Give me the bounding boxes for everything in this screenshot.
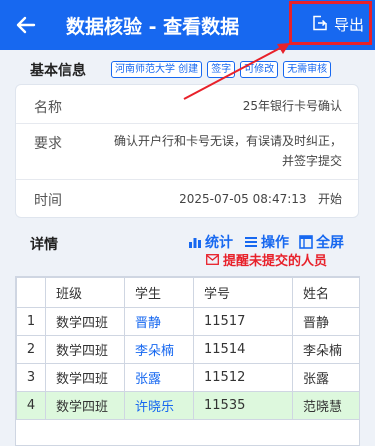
- row-index: 1: [16, 307, 46, 336]
- student-id-cell: 11517: [193, 307, 293, 336]
- stats-label: 统计: [205, 235, 233, 251]
- tag-list: 河南师范大学 创建 签字 可修改 无需审核: [111, 61, 332, 78]
- table-row-highlighted[interactable]: 4 数学四班 许晓乐 11535 范晓慧: [16, 391, 359, 420]
- name-cell: 晋静: [292, 307, 359, 336]
- back-arrow-icon[interactable]: [12, 11, 40, 39]
- column-header-class: 班级: [45, 277, 125, 308]
- requirement-label: 要求: [34, 136, 62, 152]
- time-status: 开始: [317, 192, 342, 206]
- student-id-cell: 11512: [193, 363, 293, 392]
- page-title: 数据核验 - 查看数据: [66, 16, 240, 38]
- stats-button[interactable]: 统计: [188, 232, 233, 252]
- mail-icon: [206, 254, 219, 265]
- class-cell: 数学四班: [45, 391, 125, 420]
- export-label: 导出: [334, 16, 365, 34]
- student-link[interactable]: 晋静: [124, 307, 194, 336]
- student-id-cell: 11535: [193, 391, 293, 420]
- requirement-line-1: 确认开户行和卡号无误，有误请及时纠正，: [113, 134, 342, 148]
- creator-tag: 河南师范大学 创建: [111, 61, 203, 78]
- list-icon: [245, 237, 257, 247]
- details-heading: 详情: [30, 237, 58, 253]
- divider: [16, 123, 358, 124]
- row-index: 3: [16, 363, 46, 392]
- bar-chart-icon: [189, 238, 201, 248]
- export-button[interactable]: 导出: [289, 1, 372, 45]
- export-icon: [313, 15, 327, 31]
- class-cell: 数学四班: [45, 335, 125, 364]
- time-label: 时间: [34, 193, 62, 209]
- name-label: 名称: [34, 100, 62, 116]
- name-value: 25年银行卡号确认: [242, 99, 342, 113]
- student-link[interactable]: 张露: [124, 363, 194, 392]
- row-index: 2: [16, 335, 46, 364]
- column-header-index: [16, 277, 46, 308]
- remind-label: 提醒未提交的人员: [223, 254, 328, 269]
- app-header: 数据核验 - 查看数据 导出: [0, 0, 375, 50]
- table-row[interactable]: 1 数学四班 晋静 11517 晋静: [16, 307, 359, 336]
- table-row[interactable]: 2 数学四班 李朵楠 11514 李朵楠: [16, 335, 359, 364]
- column-header-student: 学生: [124, 277, 194, 308]
- data-table: 班级 学生 学号 姓名 1 数学四班 晋静 11517 晋静 2 数学四班 李朵…: [15, 276, 360, 446]
- row-index: 4: [16, 391, 46, 420]
- divider: [16, 179, 358, 180]
- student-link[interactable]: 李朵楠: [124, 335, 194, 364]
- fullscreen-icon: [299, 235, 313, 249]
- no-review-tag: 无需审核: [283, 61, 332, 78]
- name-cell: 张露: [292, 363, 359, 392]
- info-card: 名称 25年银行卡号确认 要求 确认开户行和卡号无误，有误请及时纠正， 并签字提…: [15, 84, 359, 218]
- requirement-line-2: 并签字提交: [281, 154, 342, 168]
- class-cell: 数学四班: [45, 307, 125, 336]
- column-header-name: 姓名: [292, 277, 359, 308]
- operations-button[interactable]: 操作: [244, 232, 289, 252]
- student-link[interactable]: 许晓乐: [124, 391, 194, 420]
- editable-tag: 可修改: [240, 61, 279, 78]
- column-header-id: 学号: [193, 277, 293, 308]
- table-header-row: 班级 学生 学号 姓名: [16, 277, 359, 308]
- time-text: 2025-07-05 08:47:13: [179, 192, 307, 206]
- time-value: 2025-07-05 08:47:13 开始: [179, 189, 342, 209]
- operations-label: 操作: [261, 235, 289, 251]
- student-id-cell: 11514: [193, 335, 293, 364]
- fullscreen-button[interactable]: 全屏: [299, 232, 344, 252]
- sign-tag: 签字: [207, 61, 236, 78]
- remind-button[interactable]: 提醒未提交的人员: [206, 250, 327, 269]
- requirement-value: 确认开户行和卡号无误，有误请及时纠正， 并签字提交: [114, 131, 342, 171]
- basic-info-heading: 基本信息: [30, 63, 86, 79]
- class-cell: 数学四班: [45, 363, 125, 392]
- table-row[interactable]: 3 数学四班 张露 11512 张露: [16, 363, 359, 392]
- name-cell: 李朵楠: [292, 335, 359, 364]
- name-cell: 范晓慧: [292, 391, 359, 420]
- fullscreen-label: 全屏: [316, 235, 344, 251]
